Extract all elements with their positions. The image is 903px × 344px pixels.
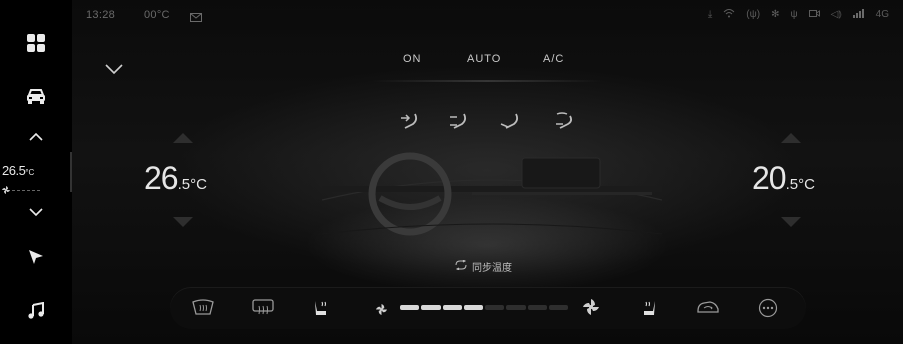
wifi-icon [723, 8, 735, 21]
front-defrost-icon[interactable] [192, 299, 214, 320]
fan-speed-segment [463, 305, 483, 310]
status-time: 13:28 [86, 9, 116, 21]
auto-button[interactable]: AUTO [467, 53, 501, 65]
rear-defrost-icon[interactable] [252, 299, 274, 320]
sidebar: 26.5°C [0, 0, 72, 344]
left-temp-up-arrow[interactable] [173, 130, 193, 148]
right-temp-value: 20 [752, 160, 787, 196]
feet-airflow-icon[interactable] [500, 112, 522, 137]
left-temp-down-arrow[interactable] [173, 214, 193, 232]
recirculation-icon[interactable] [696, 299, 720, 320]
sync-icon [455, 259, 467, 273]
signal-icon [852, 8, 865, 21]
fan-speed-segment [442, 305, 462, 310]
face-airflow-icon[interactable] [399, 112, 421, 137]
network-type: 4G [875, 9, 889, 20]
apps-grid-icon[interactable] [0, 33, 72, 53]
status-outside-temp: 00°C [144, 9, 170, 21]
power-on-button[interactable]: ON [403, 53, 422, 65]
dashboard-illustration [321, 140, 663, 255]
sync-label: 同步温度 [472, 263, 512, 274]
fan-speed-slider[interactable] [400, 305, 568, 310]
left-temp-unit: °C [190, 176, 207, 193]
navigation-icon[interactable] [0, 248, 72, 266]
sidebar-temp-value: 26.5 [2, 163, 26, 178]
mode-divider [372, 80, 602, 82]
music-icon[interactable] [0, 302, 72, 320]
climate-panel: 13:28 00°C ⤓ (ψ) ✻ ψ ◁⦆ 4G ON AUTO A/C 2… [72, 0, 903, 344]
chevron-up-icon[interactable] [0, 132, 72, 141]
status-bar: 13:28 00°C ⤓ (ψ) ✻ ψ ◁⦆ 4G [72, 0, 903, 28]
sidebar-temp-unit: °C [25, 168, 35, 177]
bluetooth-icon: ✻ [771, 9, 780, 20]
usb-icon: ψ [790, 9, 798, 20]
right-temp-decimal: .5 [785, 176, 799, 193]
feet-windshield-airflow-icon[interactable] [554, 112, 576, 137]
fan-speed-segment [527, 305, 547, 310]
climate-control-bar [170, 287, 806, 329]
seat-heat-left-icon[interactable] [312, 299, 330, 322]
right-temp-display[interactable]: 20.5°C [752, 160, 815, 197]
left-temp-decimal: .5 [177, 176, 191, 193]
fan-low-icon[interactable] [376, 302, 387, 320]
right-temp-up-arrow[interactable] [781, 130, 801, 148]
fan-speed-segment [548, 305, 568, 310]
volume-icon: ◁⦆ [830, 9, 842, 20]
collapse-panel-icon[interactable] [105, 62, 123, 80]
ac-button[interactable]: A/C [543, 53, 564, 65]
fan-speed-segment [506, 305, 526, 310]
sidebar-temperature[interactable]: 26.5°C [2, 162, 68, 199]
status-icons: ⤓ (ψ) ✻ ψ ◁⦆ 4G [708, 8, 889, 21]
right-temp-down-arrow[interactable] [781, 214, 801, 232]
mail-icon [190, 9, 202, 27]
hotspot-icon: (ψ) [746, 9, 761, 20]
fan-speed-segment [421, 305, 441, 310]
sidebar-fan-indicator [2, 181, 68, 199]
face-feet-airflow-icon[interactable] [448, 112, 470, 137]
left-temp-display[interactable]: 26.5°C [144, 160, 207, 197]
seat-heat-right-icon[interactable] [640, 299, 658, 322]
right-temp-unit: °C [798, 176, 815, 193]
fan-speed-segment [400, 305, 420, 310]
sync-temperature-toggle[interactable]: 同步温度 [455, 259, 512, 274]
fan-speed-segment [485, 305, 505, 310]
dashcam-icon [808, 9, 820, 21]
more-icon[interactable] [758, 298, 778, 323]
fan-icon [2, 181, 10, 199]
fan-high-icon[interactable] [583, 299, 599, 320]
left-temp-value: 26 [144, 160, 179, 196]
chevron-down-icon[interactable] [0, 208, 72, 217]
download-icon: ⤓ [707, 9, 713, 20]
car-icon[interactable] [0, 88, 72, 106]
